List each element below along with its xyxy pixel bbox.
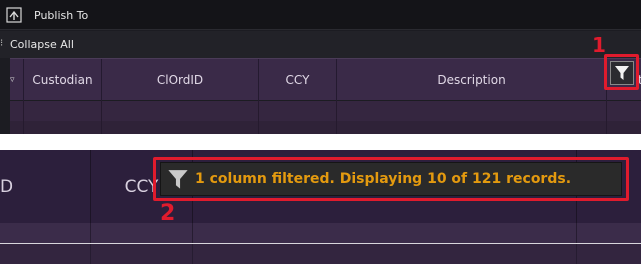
column-header-description[interactable]: Description — [337, 59, 607, 101]
callout-number-2: 2 — [160, 201, 176, 226]
column-header-custodian[interactable]: Custodian — [24, 59, 102, 101]
collapse-all-button[interactable]: Collapse All — [10, 38, 74, 51]
collapse-bar: ⁝ Collapse All — [0, 31, 641, 58]
column-header-ccy[interactable]: CCY — [259, 59, 337, 101]
table-row[interactable] — [0, 223, 641, 243]
table-row[interactable] — [10, 121, 641, 134]
window-title: Publish To — [34, 9, 89, 22]
column-header-clordid[interactable]: ClOrdID — [102, 59, 259, 101]
callout-box-1 — [604, 54, 639, 90]
publish-window: Publish To ⁝ Collapse All ▿ Custodian Cl… — [0, 0, 641, 134]
drag-handle-icon: ⁝ — [0, 38, 4, 49]
title-bar: Publish To — [0, 0, 641, 30]
table-row[interactable] — [10, 101, 641, 121]
column-header-partial-left[interactable]: D — [0, 150, 91, 223]
callout-box-2 — [153, 157, 629, 201]
separator — [0, 134, 641, 150]
table-row[interactable] — [0, 244, 641, 264]
publish-icon — [6, 7, 22, 23]
callout-number-1: 1 — [592, 33, 606, 57]
grid-header: ▿ Custodian ClOrdID CCY Description t — [10, 58, 641, 101]
row-filter-icon[interactable]: ▿ — [10, 59, 24, 101]
zoomed-grid-view: D CCY Description tl 1 column filtered. … — [0, 150, 641, 264]
